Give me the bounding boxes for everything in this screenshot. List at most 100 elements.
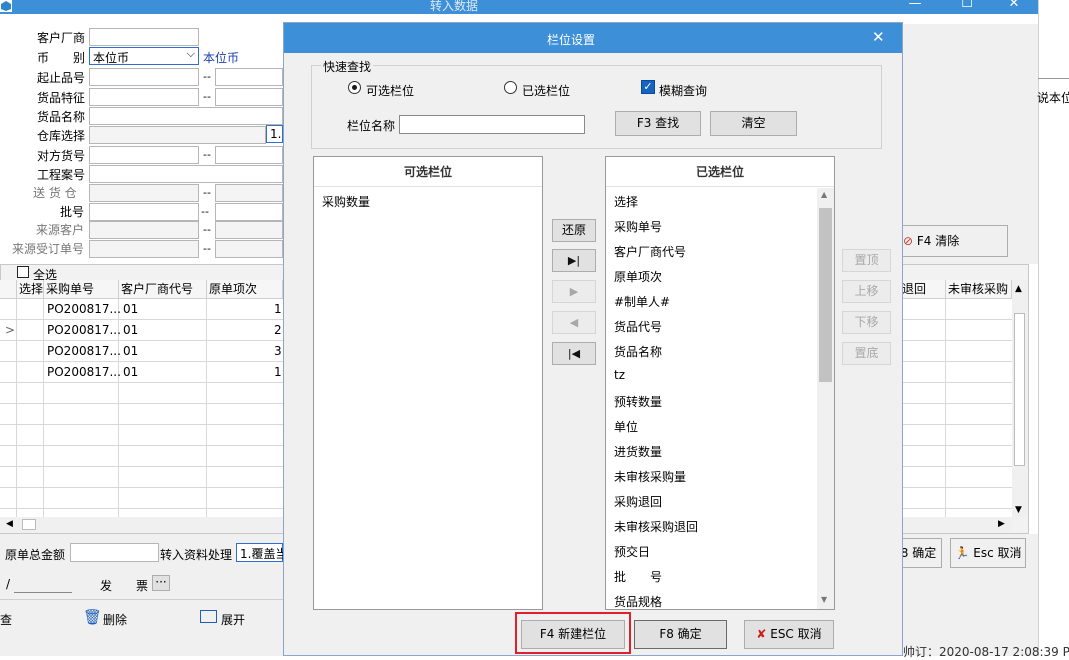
item-end-field[interactable] [215,68,283,86]
item-start-field[interactable] [89,68,199,86]
list-item[interactable]: 货品规格 [614,593,662,610]
scroll-down-arrow-icon[interactable]: ▼ [821,595,827,604]
warehouse-field[interactable] [89,126,266,144]
vendor-field[interactable] [89,28,199,46]
list-item[interactable]: 采购单号 [614,218,662,235]
query-button[interactable]: 查 [0,611,12,628]
delivery-warehouse-end-field[interactable] [215,184,283,202]
grid-header-line[interactable]: 原单项次 [207,280,283,299]
selected-fields-list[interactable]: 已选栏位 选择 采购单号 客户厂商代号 原单项次 #制单人# 货品代号 货品名称… [605,156,835,610]
move-left-icon[interactable]: ◀ [552,311,596,334]
source-order-end-field[interactable] [215,240,283,258]
list-item[interactable]: 采购退回 [614,493,662,510]
source-customer-end-field[interactable] [215,221,283,239]
dialog-close-icon[interactable]: ✕ [872,28,885,46]
feature-start-field[interactable] [89,88,199,106]
clear-button[interactable]: ⊘ F4 清除 [900,225,1008,257]
trash-icon[interactable]: 🗑 [83,608,102,626]
scroll-right-arrow-icon[interactable]: ▶ [998,519,1005,529]
dialog-cancel-label: ESC 取消 [770,627,822,641]
delivery-warehouse-label: 送 货 仓 [33,186,77,200]
list-item[interactable]: 采购数量 [322,193,370,210]
process-value: 1.覆盖当 [240,547,288,561]
partner-item-start-field[interactable] [89,146,199,164]
move-bottom-button[interactable]: 置底 [842,342,891,365]
delivery-warehouse-start-field[interactable] [89,184,199,202]
feature-end-field[interactable] [215,88,283,106]
list-item[interactable]: 未审核采购量 [614,468,686,485]
grid-header-select[interactable]: 选择 [17,280,44,299]
list-item[interactable]: tz [614,368,625,382]
list-item[interactable]: 原单项次 [614,268,662,285]
dialog-cancel-button[interactable]: ✘ ESC 取消 [744,620,834,649]
list-item[interactable]: 货品名称 [614,343,662,360]
lot-end-field[interactable] [215,203,283,221]
maximize-button[interactable]: ☐ [957,0,977,11]
list-item[interactable]: 批 号 [614,568,662,585]
available-fields-list[interactable]: 可选栏位 采购数量 [313,156,543,610]
range-dash: -- [203,242,211,255]
fuzzy-checkbox[interactable]: ✓ [641,80,655,94]
close-button[interactable]: ✕ [1004,0,1024,11]
grid-vertical-scrollbar[interactable] [1012,280,1028,517]
invoice-browse-button[interactable]: ··· [152,575,170,591]
move-right-icon[interactable]: ▶ [552,280,596,303]
list-item[interactable]: 货品代号 [614,318,662,335]
app-logo-icon [0,0,12,12]
scroll-left-arrow-icon[interactable]: ◀ [6,519,13,529]
find-button[interactable]: F3 查找 [615,111,701,136]
warehouse-code-field[interactable]: 1. [266,125,283,143]
field-name-input[interactable] [399,115,585,134]
move-all-left-icon[interactable]: |◀ [552,342,596,365]
restore-button[interactable]: 还原 [552,219,596,242]
scroll-down-arrow-icon[interactable]: ▼ [1015,505,1022,515]
currency-select[interactable]: 本位币 ⌵ [89,47,199,65]
selected-list-scroll-thumb[interactable] [819,208,832,382]
scroll-up-arrow-icon[interactable]: ▲ [1015,284,1022,294]
field-name-label: 栏位名称 [347,119,396,133]
list-item[interactable]: 预交日 [614,543,650,560]
move-up-button[interactable]: 上移 [842,280,891,303]
grid-header-return[interactable]: 退回 [898,280,946,299]
list-item[interactable]: #制单人# [614,293,670,310]
radio-available[interactable] [348,81,361,94]
total-amount-field[interactable] [70,543,159,562]
warehouse-code: 1. [270,127,282,141]
list-item[interactable]: 进货数量 [614,443,662,460]
partner-item-end-field[interactable] [215,146,283,164]
clear-search-button[interactable]: 清空 [710,111,797,136]
grid-hscroll-thumb[interactable] [22,519,36,530]
grid-header-vendor[interactable]: 客户厂商代号 [119,280,207,299]
expand-icon[interactable] [200,610,217,623]
item-name-field[interactable] [89,107,283,125]
fuzzy-label: 模糊查询 [659,84,708,98]
dialog-ok-button[interactable]: F8 确定 [634,620,727,649]
scroll-up-arrow-icon[interactable]: ▲ [821,190,827,199]
selected-list-scrollbar[interactable]: ▲ ▼ [817,188,834,609]
list-item[interactable]: 选择 [614,193,638,210]
grid-header-unreviewed[interactable]: 未审核采购 [946,280,1012,299]
new-field-button[interactable]: F4 新建栏位 [521,620,625,649]
source-customer-start-field[interactable] [89,221,199,239]
project-field[interactable] [89,165,283,183]
list-item[interactable]: 单位 [614,418,638,435]
grid-scroll-thumb[interactable] [1014,313,1025,466]
minimize-button[interactable]: — [905,0,925,11]
source-order-start-field[interactable] [89,240,199,258]
radio-selected[interactable] [504,81,517,94]
move-top-button[interactable]: 置顶 [842,249,891,272]
list-item[interactable]: 客户厂商代号 [614,243,686,260]
grid-header-po[interactable]: 采购单号 [44,280,119,299]
walking-person-icon: 🏃 [954,546,970,560]
select-all-checkbox[interactable] [17,266,29,278]
delete-button[interactable]: 删除 [103,611,127,628]
expand-button[interactable]: 展开 [221,611,245,628]
divider [1038,78,1069,79]
lot-start-field[interactable] [89,203,199,221]
list-item[interactable]: 预转数量 [614,393,662,410]
main-cancel-button[interactable]: 🏃 Esc 取消 [950,538,1026,568]
move-all-right-icon[interactable]: ▶| [552,249,596,272]
process-select[interactable]: 1.覆盖当 [236,543,287,562]
move-down-button[interactable]: 下移 [842,311,891,334]
list-item[interactable]: 未审核采购退回 [614,518,698,535]
